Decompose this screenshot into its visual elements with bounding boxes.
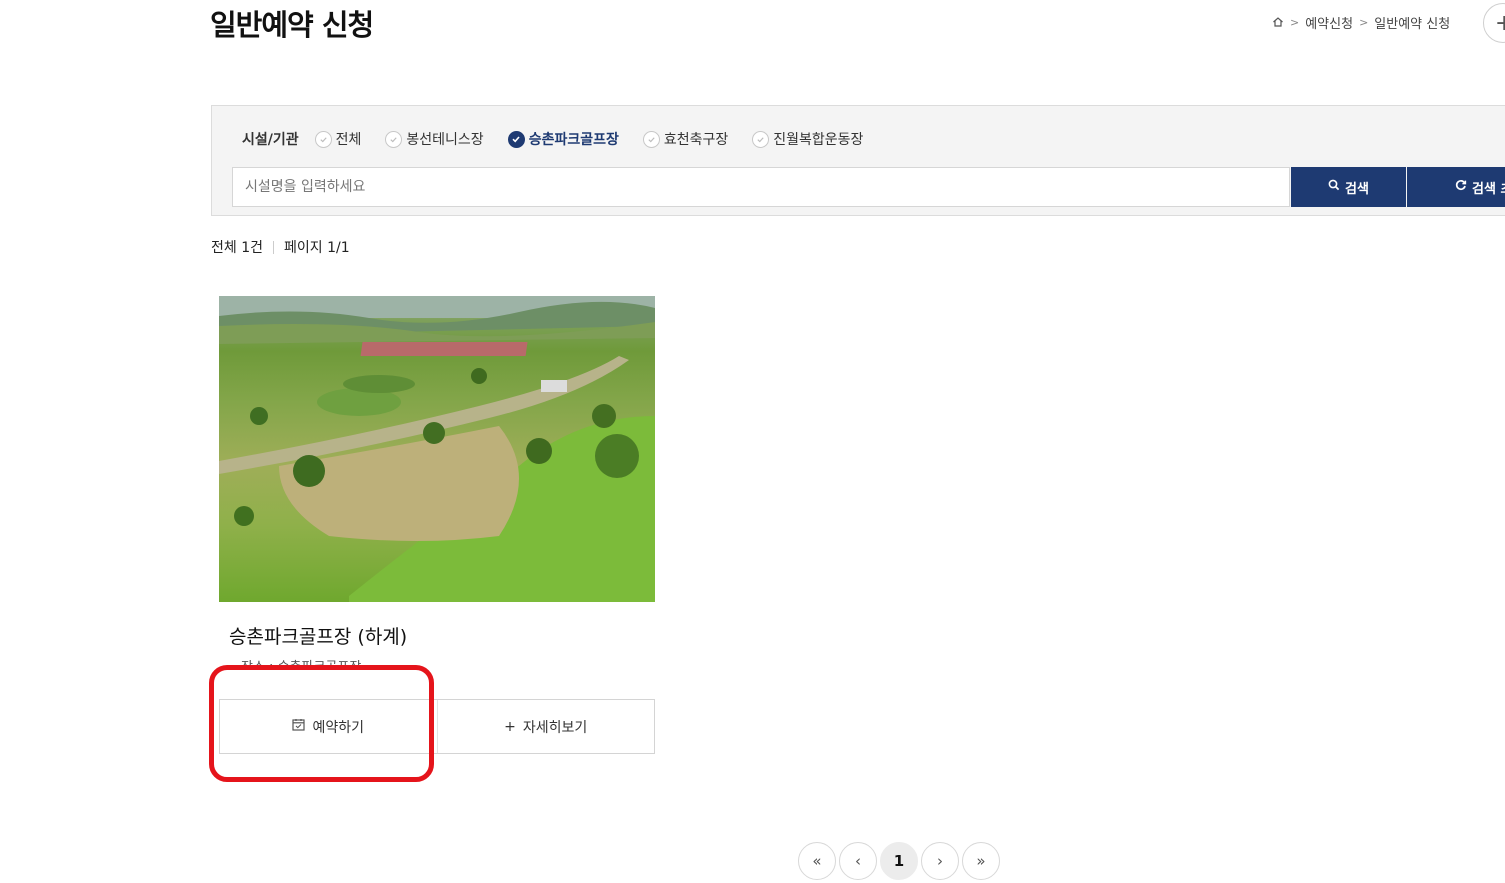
filter-option-label: 봉선테니스장: [406, 132, 484, 148]
radio-check-icon: [507, 130, 525, 148]
search-button[interactable]: 검색: [1291, 167, 1406, 207]
search-icon: [1328, 179, 1340, 195]
filter-option-all[interactable]: 전체: [314, 129, 362, 149]
calendar-icon: [292, 718, 306, 735]
filter-option-hyocheon-soccer[interactable]: 효천축구장: [642, 129, 729, 149]
radio-check-icon: [385, 130, 403, 148]
radio-check-icon: [642, 130, 660, 148]
facility-photo[interactable]: [219, 296, 655, 602]
filter-label: 시설/기관: [242, 132, 299, 148]
filter-option-seungchon-parkgolf[interactable]: 승촌파크골프장: [507, 129, 619, 149]
filter-option-bongseon-tennis[interactable]: 봉선테니스장: [385, 129, 484, 149]
search-panel: 시설/기관 전체 봉선테니스장 승촌파크골프장 효천축구장 진월복합운동장 시설…: [211, 105, 1505, 216]
total-count: 전체 1건: [211, 240, 263, 256]
breadcrumb: > 예약신청 > 일반예약 신청: [1272, 13, 1450, 32]
radio-check-icon: [314, 130, 332, 148]
divider: [273, 240, 274, 254]
last-page-button[interactable]: »: [962, 842, 1000, 880]
reserve-button[interactable]: 예약하기: [220, 700, 437, 753]
reserve-button-label: 예약하기: [312, 719, 365, 736]
result-info: 전체 1건 페이지 1/1: [211, 237, 350, 257]
first-page-button[interactable]: «: [798, 842, 836, 880]
reset-button-label: 검색 초기화: [1472, 181, 1505, 197]
page-1-button[interactable]: 1: [880, 842, 918, 880]
breadcrumb-separator: >: [1290, 15, 1300, 29]
filter-option-label: 승촌파크골프장: [528, 132, 619, 148]
filter-option-label: 진월복합운동장: [773, 132, 864, 148]
card-place: 장소 : 승촌파크골프장: [241, 660, 362, 668]
card-title: 승촌파크골프장 (하계): [229, 626, 408, 648]
breadcrumb-item-reservation[interactable]: 예약신청: [1305, 13, 1353, 32]
home-icon[interactable]: [1272, 16, 1284, 28]
breadcrumb-item-general-reservation[interactable]: 일반예약 신청: [1374, 13, 1450, 32]
breadcrumb-separator: >: [1359, 15, 1369, 29]
plus-icon[interactable]: +: [1483, 3, 1505, 43]
page-count: 페이지 1/1: [284, 240, 350, 256]
filter-option-jinwol-sports[interactable]: 진월복합운동장: [752, 129, 863, 149]
detail-button[interactable]: + 자세히보기: [436, 700, 655, 753]
card-actions: 예약하기 + 자세히보기: [219, 699, 655, 754]
pagination: « ‹ 1 › »: [798, 842, 1000, 882]
page-title: 일반예약 신청: [210, 8, 374, 42]
facility-search-input[interactable]: [232, 167, 1290, 207]
plus-icon: +: [504, 718, 516, 735]
facility-card: 승촌파크골프장 (하계) 장소 : 승촌파크골프장 예약하기 + 자세히보기: [219, 296, 655, 754]
radio-check-icon: [752, 130, 770, 148]
prev-page-button[interactable]: ‹: [839, 842, 877, 880]
search-button-label: 검색: [1345, 181, 1369, 197]
refresh-icon: [1455, 179, 1467, 195]
next-page-button[interactable]: ›: [921, 842, 959, 880]
filter-option-label: 전체: [335, 132, 362, 148]
filter-option-label: 효천축구장: [663, 132, 729, 148]
reset-search-button[interactable]: 검색 초기화: [1407, 167, 1505, 207]
facility-filter: 시설/기관 전체 봉선테니스장 승촌파크골프장 효천축구장 진월복합운동장: [242, 128, 887, 150]
detail-button-label: 자세히보기: [522, 719, 588, 736]
